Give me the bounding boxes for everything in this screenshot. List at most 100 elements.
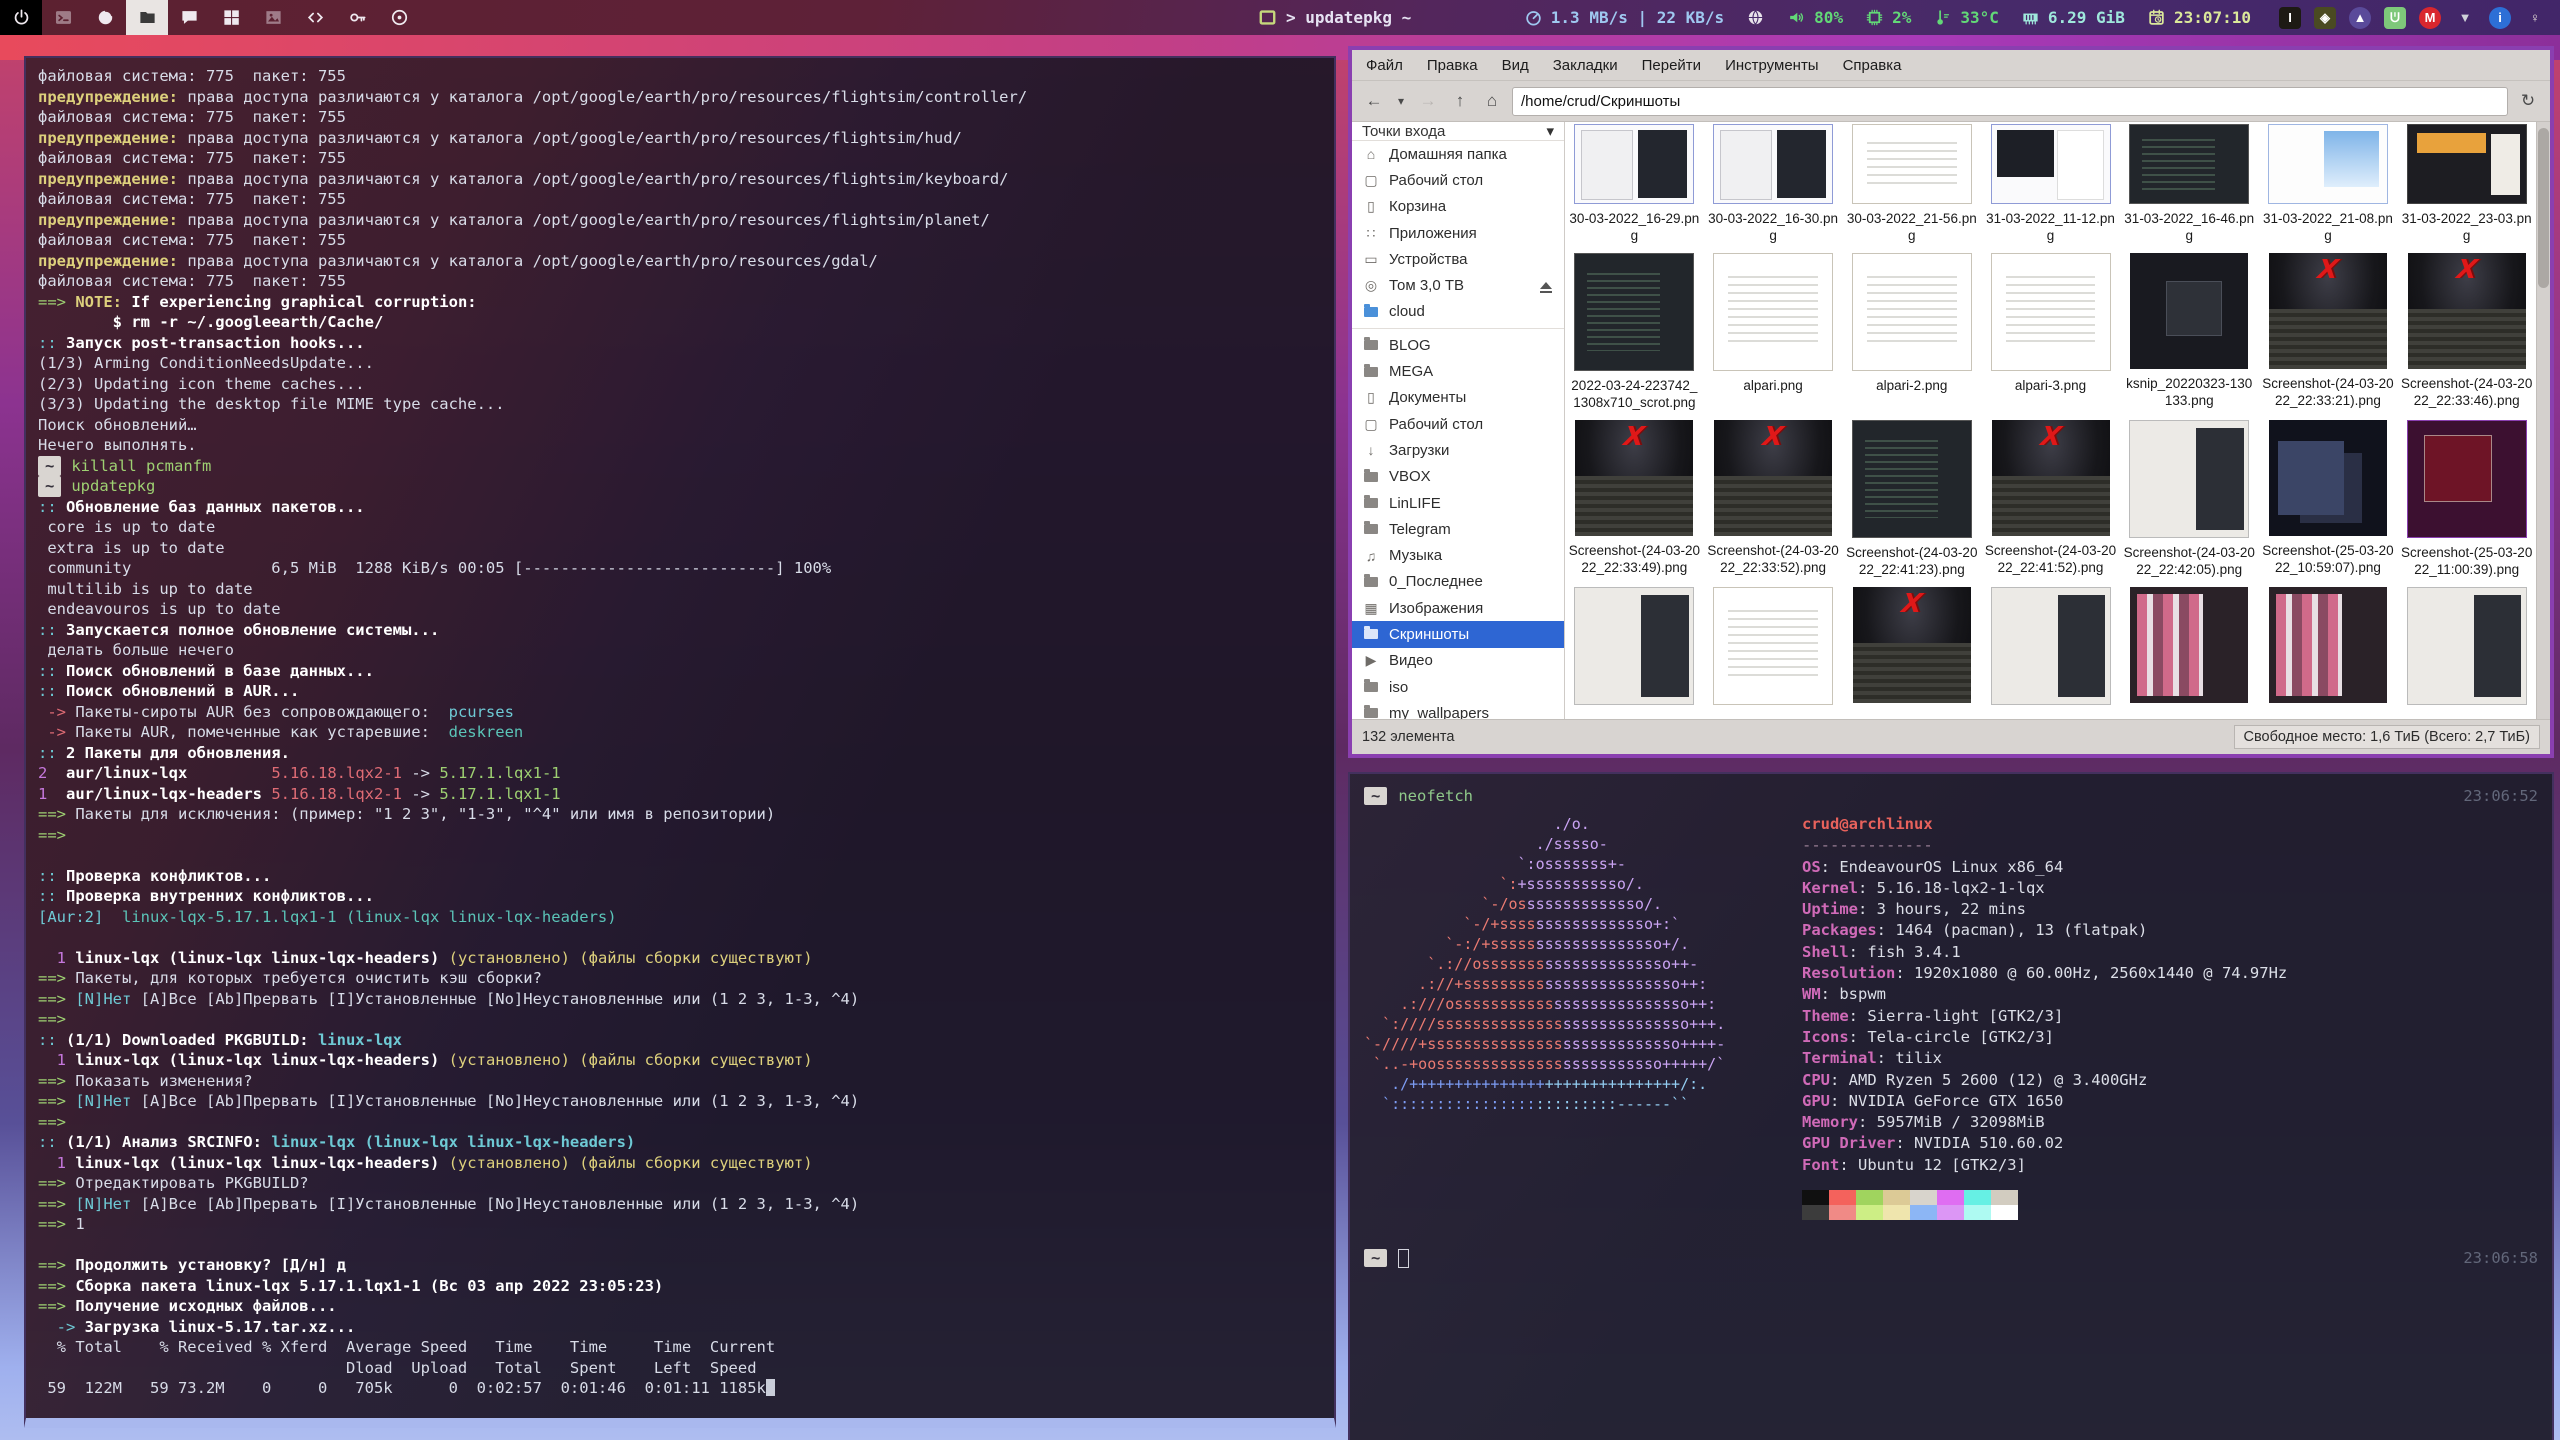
file-item[interactable] (1565, 587, 1704, 705)
rss-icon[interactable]: ᕫ (2384, 7, 2406, 29)
places-header[interactable]: Точки входа ▾ (1352, 122, 1564, 141)
file-thumbnail (1853, 587, 1971, 703)
file-item[interactable]: 31-03-2022_23-03.png (2397, 124, 2536, 244)
sidebar-item-BLOG[interactable]: BLOG (1352, 332, 1564, 358)
sidebar-item-cloud[interactable]: cloud (1352, 299, 1564, 325)
file-item[interactable]: alpari-2.png (1842, 253, 1981, 411)
file-item[interactable]: Screenshot-(24-03-2022_22:33:49).png (1565, 420, 1704, 578)
key-icon[interactable] (336, 0, 378, 35)
file-item[interactable]: Screenshot-(24-03-2022_22:41:52).png (1981, 420, 2120, 578)
up-icon[interactable]: ↑ (1448, 88, 1472, 114)
file-item[interactable]: Screenshot-(24-03-2022_22:42:05).png (2120, 420, 2259, 578)
menu-Справка[interactable]: Справка (1843, 57, 1902, 74)
path-text: /home/crud/Скриншоты (1521, 93, 1680, 110)
sidebar-item-Приложения[interactable]: ∷Приложения (1352, 220, 1564, 246)
screenshot-folder-icon (1362, 629, 1380, 639)
file-item[interactable]: Screenshot-(24-03-2022_22:33:52).png (1704, 420, 1843, 578)
sidebar-item-Том 3,0 ТВ[interactable]: ◎Том 3,0 ТВ (1352, 272, 1564, 298)
chat-icon[interactable] (168, 0, 210, 35)
menu-Правка[interactable]: Правка (1427, 57, 1478, 74)
keyboard-lamp-icon[interactable]: I (2279, 7, 2301, 29)
power-icon[interactable] (0, 0, 42, 35)
sidebar-item-Рабочий стол[interactable]: ▢Рабочий стол (1352, 167, 1564, 193)
sidebar-item-iso[interactable]: iso (1352, 674, 1564, 700)
sidebar-item-Скриншоты[interactable]: Скриншоты (1352, 621, 1564, 647)
sidebar-item-label: LinLIFE (1389, 495, 1441, 512)
files-icon[interactable] (126, 0, 168, 35)
file-item[interactable] (1842, 587, 1981, 705)
file-item[interactable]: Screenshot-(25-03-2022_10:59:07).png (2259, 420, 2398, 578)
scrollbar-thumb[interactable] (2538, 128, 2549, 288)
info-icon[interactable]: i (2489, 7, 2511, 29)
terminal-window-neofetch: ~ neofetch 23:06:52 ./o. ./sssso- `:osss… (1348, 772, 2554, 1440)
sidebar-item-Домашняя папка[interactable]: ⌂Домашняя папка (1352, 141, 1564, 167)
file-item[interactable]: alpari.png (1704, 253, 1843, 411)
windows-icon[interactable] (210, 0, 252, 35)
palette-swatch (1964, 1205, 1991, 1220)
file-thumbnail (2269, 587, 2387, 703)
desktop-icon: ▢ (1362, 416, 1380, 433)
file-item[interactable]: 30-03-2022_21-56.png (1842, 124, 1981, 244)
file-item[interactable]: alpari-3.png (1981, 253, 2120, 411)
file-item[interactable]: 30-03-2022_16-30.png (1704, 124, 1843, 244)
file-item[interactable] (1704, 587, 1843, 705)
text-cursor (1398, 1249, 1409, 1268)
back-icon[interactable]: ← (1362, 88, 1386, 114)
file-item[interactable]: 31-03-2022_11-12.png (1981, 124, 2120, 244)
sidebar-item-MEGA[interactable]: MEGA (1352, 358, 1564, 384)
menu-Закладки[interactable]: Закладки (1553, 57, 1618, 74)
sidebar-item-0_Последнее[interactable]: 0_Последнее (1352, 569, 1564, 595)
bulb-icon[interactable]: ♀ (2524, 7, 2546, 29)
menu-Перейти[interactable]: Перейти (1642, 57, 1701, 74)
file-item[interactable]: Screenshot-(24-03-2022_22:41:23).png (1842, 420, 1981, 578)
sidebar-item-Музыка[interactable]: ♫Музыка (1352, 542, 1564, 568)
sidebar-item-Видео[interactable]: ▶Видео (1352, 648, 1564, 674)
sidebar-item-my_wallpapers[interactable]: my_wallpapers (1352, 700, 1564, 719)
terminal-icon[interactable] (42, 0, 84, 35)
file-item[interactable] (2120, 587, 2259, 705)
sidebar-item-Загрузки[interactable]: ↓Загрузки (1352, 437, 1564, 463)
file-item[interactable] (2397, 587, 2536, 705)
file-item[interactable]: Screenshot-(25-03-2022_11:00:39).png (2397, 420, 2536, 578)
menu-Вид[interactable]: Вид (1502, 57, 1529, 74)
eject-icon[interactable] (1540, 282, 1552, 289)
sidebar-item-LinLIFE[interactable]: LinLIFE (1352, 490, 1564, 516)
mountain-icon[interactable]: ▲ (2349, 7, 2371, 29)
reload-icon[interactable]: ↻ (2516, 88, 2540, 114)
sidebar-item-Устройства[interactable]: ▭Устройства (1352, 246, 1564, 272)
file-item[interactable] (2259, 587, 2398, 705)
path-input[interactable]: /home/crud/Скриншоты (1512, 87, 2508, 116)
file-item[interactable]: ksnip_20220323-130133.png (2120, 253, 2259, 411)
home-icon[interactable]: ⌂ (1480, 88, 1504, 114)
sidebar-item-label: Скриншоты (1389, 626, 1469, 643)
diamond-icon[interactable]: ◈ (2314, 7, 2336, 29)
sidebar-item-VBOX[interactable]: VBOX (1352, 464, 1564, 490)
document-icon: ▯ (1362, 389, 1380, 406)
history-dropdown-icon[interactable]: ▾ (1394, 88, 1408, 114)
file-item[interactable]: Screenshot-(24-03-2022_22:33:21).png (2259, 253, 2398, 411)
scrollbar[interactable] (2536, 122, 2550, 719)
file-item[interactable] (1981, 587, 2120, 705)
file-name: 2022-03-24-223742_1308x710_scrot.png (1568, 377, 1700, 411)
sidebar-item-Telegram[interactable]: Telegram (1352, 516, 1564, 542)
fm-menubar: Файл Правка Вид Закладки Перейти Инструменты С… (1352, 50, 2550, 81)
image-icon[interactable] (252, 0, 294, 35)
sidebar-item-Корзина[interactable]: ▯Корзина (1352, 194, 1564, 220)
file-thumbnail (1852, 420, 1972, 538)
menu-Инструменты[interactable]: Инструменты (1725, 57, 1819, 74)
file-item[interactable]: 30-03-2022_16-29.png (1565, 124, 1704, 244)
file-item[interactable]: 31-03-2022_21-08.png (2259, 124, 2398, 244)
media-icon[interactable] (378, 0, 420, 35)
file-item[interactable]: 31-03-2022_16-46.png (2120, 124, 2259, 244)
sidebar-item-Документы[interactable]: ▯Документы (1352, 385, 1564, 411)
code-icon[interactable] (294, 0, 336, 35)
sidebar-item-Рабочий стол[interactable]: ▢Рабочий стол (1352, 411, 1564, 437)
file-item[interactable]: 2022-03-24-223742_1308x710_scrot.png (1565, 253, 1704, 411)
mega-icon[interactable]: M (2419, 7, 2441, 29)
sidebar-item-Изображения[interactable]: ▦Изображения (1352, 595, 1564, 621)
wifi-icon[interactable]: ▼ (2454, 7, 2476, 29)
file-item[interactable]: Screenshot-(24-03-2022_22:33:46).png (2397, 253, 2536, 411)
menu-Файл[interactable]: Файл (1366, 57, 1403, 74)
firefox-icon[interactable] (84, 0, 126, 35)
file-name: 30-03-2022_21-56.png (1846, 210, 1978, 244)
